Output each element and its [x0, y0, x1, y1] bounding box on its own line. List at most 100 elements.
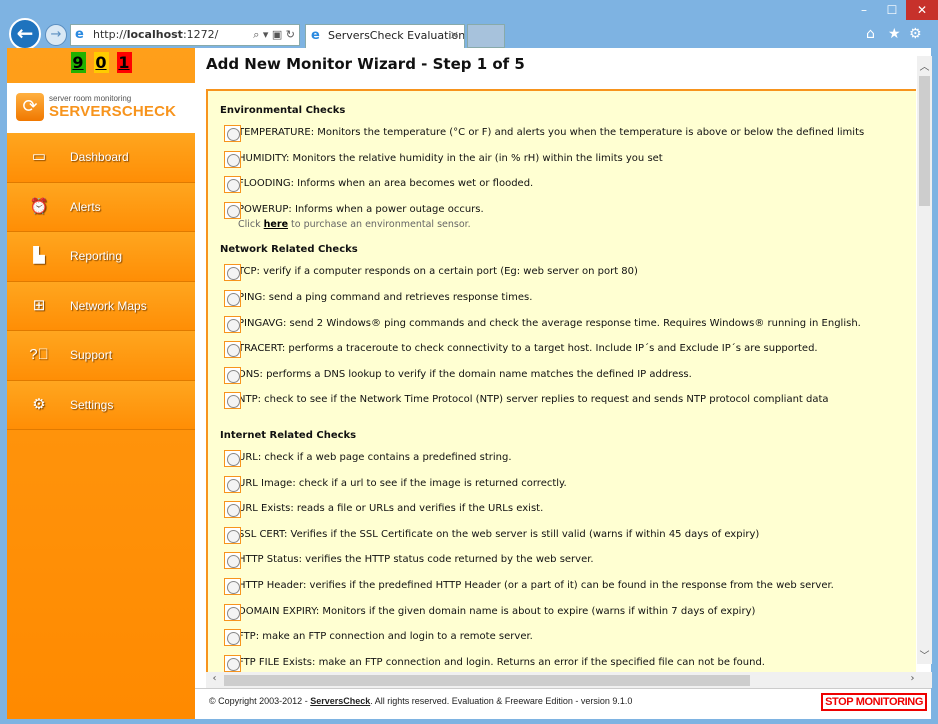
- address-bar[interactable]: e http://localhost:1272/ ⌕ ▾ ▣ ↻: [70, 24, 300, 46]
- sidebar-item-alerts[interactable]: ⏰ Alerts: [7, 182, 195, 232]
- minimize-button[interactable]: –: [850, 0, 878, 20]
- monitor-option[interactable]: PINGAVG: send 2 Windows® ping commands a…: [208, 314, 916, 340]
- scroll-right-icon[interactable]: ›: [905, 673, 920, 684]
- monitor-radio[interactable]: [224, 475, 241, 493]
- monitor-option[interactable]: FTP: make an FTP connection and login to…: [208, 627, 916, 653]
- monitor-option[interactable]: DNS: performs a DNS lookup to verify if …: [208, 365, 916, 391]
- stop-monitoring-button[interactable]: STOP MONITORING: [821, 693, 927, 711]
- sidebar-item-reporting[interactable]: ▙ Reporting: [7, 232, 195, 282]
- counter-error[interactable]: 1: [116, 52, 132, 73]
- back-button[interactable]: ←: [9, 18, 41, 50]
- monitor-option-label: TCP: verify if a computer responds on a …: [238, 266, 638, 278]
- monitor-radio[interactable]: [224, 603, 241, 621]
- monitor-option-label: PINGAVG: send 2 Windows® ping commands a…: [238, 317, 861, 329]
- monitor-option[interactable]: SSL CERT: Verifies if the SSL Certificat…: [208, 525, 916, 551]
- monitor-radio[interactable]: [224, 341, 241, 359]
- monitor-radio[interactable]: [224, 577, 241, 595]
- scroll-up-icon[interactable]: ︿: [917, 58, 932, 73]
- monitor-radio[interactable]: [224, 150, 241, 168]
- sidebar-item-network-maps[interactable]: ⊞ Network Maps: [7, 281, 195, 331]
- monitor-option[interactable]: TRACERT: performs a traceroute to check …: [208, 339, 916, 365]
- monitor-radio[interactable]: [224, 289, 241, 307]
- monitor-radio[interactable]: [224, 552, 241, 570]
- monitor-icon: ▭: [31, 148, 47, 165]
- monitor-option[interactable]: POWERUP: Informs when a power outage occ…: [208, 200, 916, 226]
- ie-icon: e: [311, 28, 320, 43]
- new-tab-button[interactable]: [467, 24, 505, 48]
- serverscheck-link[interactable]: ServersCheck: [310, 696, 370, 706]
- monitor-option-label: PING: send a ping command and retrieves …: [238, 291, 533, 303]
- vertical-scrollbar[interactable]: ︿ ﹀: [917, 56, 932, 664]
- monitor-radio[interactable]: [224, 264, 241, 282]
- copyright-text: © Copyright 2003-2012 -: [209, 696, 311, 706]
- monitor-option-label: FTP FILE Exists: make an FTP connection …: [238, 656, 765, 668]
- sidebar-item-label: Network Maps: [70, 298, 147, 313]
- monitor-option[interactable]: PING: send a ping command and retrieves …: [208, 288, 916, 314]
- forward-button[interactable]: →: [45, 24, 67, 46]
- monitor-option-label: HTTP Status: verifies the HTTP status co…: [238, 554, 594, 566]
- monitor-option[interactable]: URL Image: check if a url to see if the …: [208, 474, 916, 500]
- maximize-button[interactable]: ☐: [878, 0, 906, 20]
- monitor-option-label: NTP: check to see if the Network Time Pr…: [238, 394, 829, 406]
- close-window-button[interactable]: ✕: [906, 0, 938, 20]
- monitor-option-label: DOMAIN EXPIRY: Monitors if the given dom…: [238, 605, 756, 617]
- monitor-option[interactable]: TCP: verify if a computer responds on a …: [208, 262, 916, 288]
- address-controls[interactable]: ⌕ ▾ ▣ ↻: [253, 25, 295, 45]
- network-icon: ⊞: [32, 296, 46, 314]
- monitor-radio[interactable]: [224, 125, 241, 142]
- monitor-option[interactable]: HUMIDITY: Monitors the relative humidity…: [208, 149, 916, 175]
- monitor-option[interactable]: URL: check if a web page contains a pred…: [208, 448, 916, 474]
- monitor-radio[interactable]: [224, 629, 241, 647]
- logo-tagline: server room monitoring: [49, 94, 132, 103]
- monitor-radio[interactable]: [224, 526, 241, 544]
- monitor-radio[interactable]: [224, 315, 241, 333]
- sidebar-item-settings[interactable]: ⚙ Settings: [7, 380, 195, 430]
- monitor-radio[interactable]: [224, 176, 241, 194]
- monitor-option-label: HTTP Header: verifies if the predefined …: [238, 579, 834, 591]
- monitor-option-label: TEMPERATURE: Monitors the temperature (°…: [238, 127, 865, 138]
- monitor-option-label: HUMIDITY: Monitors the relative humidity…: [238, 152, 663, 164]
- logo: ⟳ server room monitoring SERVERSCHECK: [7, 83, 195, 133]
- monitor-radio[interactable]: [224, 366, 241, 384]
- close-tab-icon[interactable]: ✕: [450, 25, 459, 47]
- status-counters: 901: [7, 48, 195, 83]
- scroll-left-icon[interactable]: ‹: [207, 673, 222, 684]
- sidebar-item-support[interactable]: ?⃝ Support: [7, 331, 195, 381]
- monitor-option[interactable]: DOMAIN EXPIRY: Monitors if the given dom…: [208, 602, 916, 628]
- scroll-thumb[interactable]: [919, 76, 930, 206]
- logo-brand: SERVERSCHECK: [49, 103, 177, 120]
- monitor-option-label: FLOODING: Informs when an area becomes w…: [238, 178, 534, 190]
- horizontal-scrollbar[interactable]: ‹ ›: [206, 672, 932, 688]
- monitor-type-panel: Environmental Checks TEMPERATURE: Monito…: [206, 89, 916, 672]
- monitor-radio[interactable]: [224, 201, 241, 219]
- monitor-option[interactable]: FLOODING: Informs when an area becomes w…: [208, 174, 916, 200]
- monitor-option[interactable]: FTP FILE Exists: make an FTP connection …: [208, 653, 916, 672]
- page-title: Add New Monitor Wizard - Step 1 of 5: [206, 55, 525, 73]
- scroll-down-icon[interactable]: ﹀: [917, 647, 932, 662]
- counter-ok[interactable]: 9: [70, 52, 86, 73]
- scroll-thumb[interactable]: [224, 675, 750, 686]
- browser-chrome: – ☐ ✕ ← → e http://localhost:1272/ ⌕ ▾ ▣…: [0, 0, 938, 50]
- monitor-radio[interactable]: [224, 654, 241, 672]
- home-icon[interactable]: ⌂: [866, 26, 875, 42]
- monitor-radio[interactable]: [224, 501, 241, 519]
- monitor-option[interactable]: URL Exists: reads a file or URLs and ver…: [208, 499, 916, 525]
- main-content: Add New Monitor Wizard - Step 1 of 5 Env…: [195, 48, 932, 719]
- monitor-option-label: URL Image: check if a url to see if the …: [238, 477, 567, 489]
- monitor-option[interactable]: TEMPERATURE: Monitors the temperature (°…: [208, 123, 916, 149]
- browser-tab[interactable]: e ServersCheck Evaluation & ... ✕: [305, 24, 465, 48]
- copyright-text: . All rights reserved. Evaluation & Free…: [370, 696, 633, 706]
- monitor-radio[interactable]: [224, 449, 241, 467]
- sidebar-item-label: Dashboard: [70, 150, 129, 164]
- monitor-radio[interactable]: [224, 392, 241, 410]
- sidebar-item-label: Settings: [70, 397, 114, 412]
- monitor-option[interactable]: HTTP Status: verifies the HTTP status co…: [208, 550, 916, 576]
- copyright: © Copyright 2003-2012 - ServersCheck. Al…: [209, 696, 632, 706]
- monitor-option[interactable]: HTTP Header: verifies if the predefined …: [208, 576, 916, 602]
- gear-icon[interactable]: ⚙: [909, 26, 922, 42]
- sidebar-item-dashboard[interactable]: ▭ Dashboard: [7, 133, 195, 183]
- ie-icon: e: [75, 27, 84, 42]
- monitor-option[interactable]: NTP: check to see if the Network Time Pr…: [208, 390, 916, 416]
- favorites-star-icon[interactable]: ★: [888, 26, 901, 42]
- counter-warning[interactable]: 0: [93, 52, 109, 73]
